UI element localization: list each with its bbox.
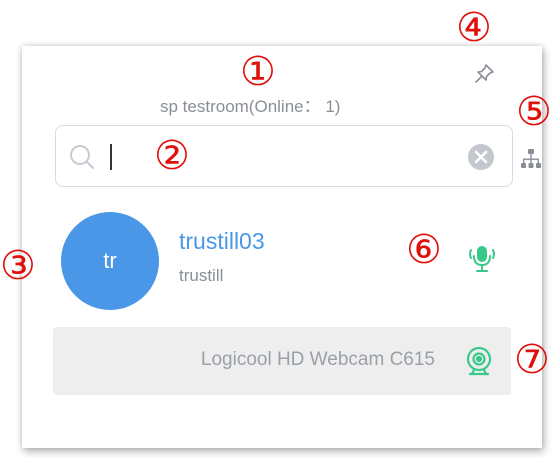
- text-caret: [110, 144, 112, 170]
- camera-label: Logicool HD Webcam C615: [200, 349, 435, 370]
- callout-marker-4: ④: [456, 5, 492, 51]
- search-box[interactable]: [55, 125, 513, 187]
- clear-icon[interactable]: [466, 142, 496, 172]
- avatar[interactable]: tr: [61, 212, 159, 310]
- org-chart-icon[interactable]: [518, 146, 544, 172]
- pin-icon[interactable]: [472, 62, 496, 86]
- callout-marker-6: ⑥: [406, 227, 442, 273]
- search-icon: [70, 145, 94, 169]
- screenshot-stage: sp testroom(Online： 1) tr trustill03 tru…: [0, 0, 558, 458]
- camera-device-row[interactable]: Logicool HD Webcam C615: [53, 327, 511, 395]
- microphone-icon[interactable]: [468, 244, 496, 274]
- webcam-icon[interactable]: [463, 345, 495, 377]
- callout-marker-7: ⑦: [514, 337, 550, 383]
- callout-marker-2: ②: [154, 133, 190, 179]
- participant-subtitle: trustill: [179, 266, 224, 285]
- room-title: sp testroom(Online： 1): [160, 97, 341, 116]
- participant-name: trustill03: [179, 228, 265, 254]
- callout-marker-5: ⑤: [516, 89, 552, 135]
- callout-marker-1: ①: [240, 49, 276, 95]
- callout-marker-3: ③: [0, 243, 36, 289]
